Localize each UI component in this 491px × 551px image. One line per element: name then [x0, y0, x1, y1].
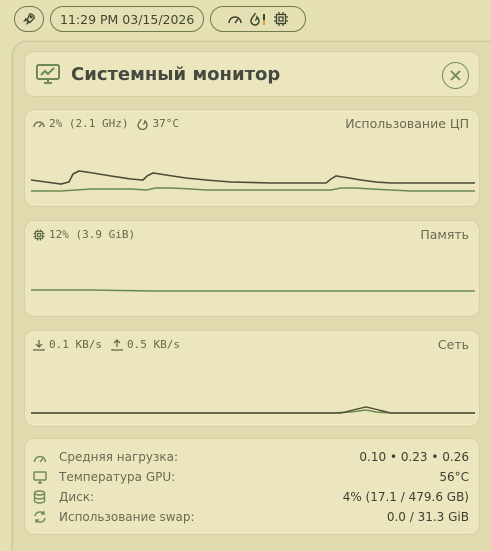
- temperature-icon: [250, 12, 266, 26]
- load-label: Средняя нагрузка:: [59, 450, 179, 464]
- memory-card: 12% (3.9 GiB) Память: [24, 220, 480, 317]
- cpu-graph: [31, 170, 475, 192]
- clock-button[interactable]: 11:29 PM 03/15/2026: [50, 6, 205, 32]
- gauge-icon: [33, 121, 45, 128]
- gpu-value: 56°C: [439, 470, 469, 484]
- memory-label: Память: [420, 227, 469, 242]
- cpu-label: Использование ЦП: [345, 116, 469, 131]
- cpu-usage: 2% (2.1 GHz): [49, 117, 129, 130]
- close-icon: [450, 70, 461, 81]
- launcher-button[interactable]: [14, 6, 44, 32]
- display-icon: [33, 470, 47, 484]
- window-title: Системный монитор: [71, 63, 281, 85]
- swap-icon: [34, 511, 46, 523]
- network-meta: 0.1 KB/s 0.5 KB/s: [33, 338, 180, 351]
- system-monitor-window: Системный монитор 2% (2.1 GHz) 37°C Испо…: [13, 42, 491, 551]
- gauge-icon: [228, 16, 243, 24]
- upload-icon: [111, 338, 123, 351]
- memory-meta: 12% (3.9 GiB): [33, 228, 135, 241]
- memory-usage: 12% (3.9 GiB): [49, 228, 136, 241]
- clock-text: 11:29 PM 03/15/2026: [60, 11, 195, 27]
- rocket-icon: [23, 13, 35, 25]
- disk-label: Диск:: [59, 490, 95, 504]
- memory-usage-line: [31, 289, 475, 292]
- cpu-usage-line: [31, 170, 475, 185]
- monitor-chart-icon: [36, 64, 60, 84]
- stats-row-disk: Диск: 4% (17.1 / 479.6 GB): [25, 487, 479, 507]
- memory-chip-icon: [33, 229, 45, 240]
- network-download-line: [31, 406, 475, 414]
- stats-card: Средняя нагрузка: 0.10 • 0.23 • 0.26 Тем…: [24, 438, 480, 535]
- disk-value: 4% (17.1 / 479.6 GB): [342, 490, 469, 504]
- cpu-temp: 37°C: [152, 117, 179, 130]
- network-up: 0.5 KB/s: [126, 338, 180, 351]
- download-icon: [33, 339, 45, 351]
- database-icon: [33, 490, 46, 504]
- network-card: 0.1 KB/s 0.5 KB/s Сеть: [24, 330, 480, 427]
- gauge-icon: [33, 455, 47, 462]
- cpu-card: 2% (2.1 GHz) 37°C Использование ЦП: [24, 109, 480, 207]
- cpu-chip-icon: [274, 12, 289, 26]
- flame-icon: [137, 118, 149, 130]
- top-bar: 11:29 PM 03/15/2026: [0, 0, 491, 38]
- window-header: Системный монитор: [24, 51, 480, 97]
- close-button[interactable]: [442, 62, 469, 89]
- swap-value: 0.0 / 31.3 GiB: [386, 510, 469, 524]
- system-monitor-button[interactable]: [210, 6, 307, 32]
- network-graph: [31, 406, 475, 414]
- network-down: 0.1 KB/s: [49, 338, 102, 351]
- swap-label: Использование swap:: [59, 510, 195, 524]
- cpu-meta: 2% (2.1 GHz) 37°C: [33, 117, 179, 130]
- network-label: Сеть: [437, 337, 469, 352]
- stats-row-swap: Использование swap: 0.0 / 31.3 GiB: [25, 507, 479, 527]
- stats-row-gpu: Температура GPU: 56°C: [25, 467, 479, 487]
- cpu-temp-line: [31, 187, 475, 192]
- gpu-label: Температура GPU:: [59, 470, 176, 484]
- load-value: 0.10 • 0.23 • 0.26: [359, 450, 469, 464]
- memory-graph: [31, 289, 475, 292]
- stats-row-load: Средняя нагрузка: 0.10 • 0.23 • 0.26: [25, 447, 479, 467]
